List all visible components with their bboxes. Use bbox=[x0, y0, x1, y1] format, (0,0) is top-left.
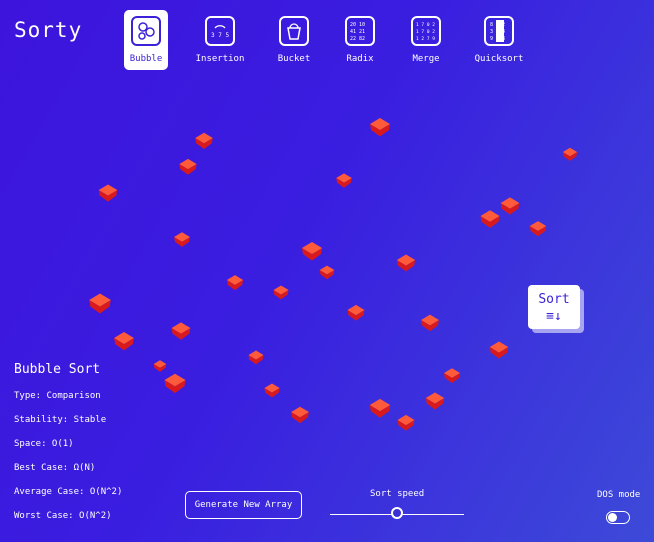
array-element-cube bbox=[480, 210, 500, 228]
algo-label: Merge bbox=[412, 54, 440, 64]
algo-label: Bubble bbox=[129, 54, 163, 64]
algorithm-selector: Bubble 3 7 5 Insertion Bucket 20 10 41 2… bbox=[124, 10, 544, 70]
array-element-cube bbox=[248, 350, 264, 365]
array-element-cube bbox=[195, 132, 213, 149]
algo-merge-button[interactable]: 1 7 0 2 1 7 0 2 1 2 7 9 Merge bbox=[396, 10, 456, 64]
array-element-cube bbox=[301, 241, 323, 261]
quicksort-icon-text: 8 1 2 bbox=[490, 22, 505, 28]
bubbles-icon bbox=[131, 16, 161, 46]
algo-bubble-button[interactable]: Bubble bbox=[124, 10, 168, 70]
insertion-icon: 3 7 5 bbox=[205, 16, 235, 46]
merge-icon-text: 1 2 7 9 bbox=[416, 36, 435, 42]
algo-label: Bucket bbox=[277, 54, 311, 64]
sort-descending-icon: ≡↓ bbox=[546, 309, 562, 324]
array-element-cube bbox=[369, 398, 391, 418]
array-element-cube bbox=[397, 414, 415, 431]
slider-thumb[interactable] bbox=[391, 507, 403, 519]
radix-icon: 20 10 41 21 22 82 bbox=[345, 16, 375, 46]
insertion-icon-text: 3 7 5 bbox=[211, 32, 229, 39]
array-element-cube bbox=[319, 265, 335, 280]
algo-label: Radix bbox=[346, 54, 374, 64]
radix-icon-text: 22 82 bbox=[350, 36, 365, 42]
radix-icon-text: 20 10 bbox=[350, 22, 365, 28]
generate-array-button[interactable]: Generate New Array bbox=[185, 491, 302, 519]
array-element-cube bbox=[489, 341, 509, 359]
array-element-cube bbox=[174, 232, 190, 247]
quicksort-icon-text: 3 6 4 bbox=[490, 29, 505, 35]
merge-icon-text: 1 7 0 2 bbox=[416, 29, 435, 35]
array-element-cube bbox=[264, 383, 280, 398]
array-element-cube bbox=[153, 360, 167, 372]
sort-speed-label: Sort speed bbox=[370, 489, 425, 499]
array-element-cube bbox=[347, 304, 365, 321]
algorithm-stability: Stability: Stable bbox=[14, 415, 107, 425]
array-element-cube bbox=[336, 173, 352, 188]
toggle-knob bbox=[608, 513, 617, 522]
algorithm-info-panel: Bubble Sort Type: Comparison Stability: … bbox=[14, 362, 122, 535]
array-element-cube bbox=[171, 322, 191, 340]
array-element-cube bbox=[370, 118, 390, 137]
algorithm-best-case: Best Case: Ω(N) bbox=[14, 463, 96, 473]
merge-icon-text: 1 7 0 2 bbox=[416, 22, 435, 28]
algorithm-type: Type: Comparison bbox=[14, 391, 101, 401]
sort-button[interactable]: Sort ≡↓ bbox=[528, 285, 580, 329]
sort-button-label: Sort bbox=[538, 292, 570, 307]
algorithm-average-case: Average Case: O(N^2) bbox=[14, 487, 123, 497]
app-logo: Sorty bbox=[14, 18, 83, 42]
algo-radix-button[interactable]: 20 10 41 21 22 82 Radix bbox=[330, 10, 390, 64]
algo-label: Quicksort bbox=[474, 54, 524, 64]
array-element-cube bbox=[425, 392, 445, 410]
quicksort-icon-text: 9 7 8 bbox=[490, 36, 505, 42]
dos-mode-label: DOS mode bbox=[597, 490, 641, 500]
bucket-icon bbox=[279, 16, 309, 46]
array-element-cube bbox=[396, 254, 416, 272]
array-element-cube bbox=[179, 158, 197, 175]
array-element-cube bbox=[98, 184, 118, 202]
array-element-cube bbox=[164, 373, 186, 394]
algo-bucket-button[interactable]: Bucket bbox=[264, 10, 324, 64]
radix-icon-text: 41 21 bbox=[350, 29, 365, 35]
algo-quicksort-button[interactable]: 8 1 2 3 6 4 9 7 8 Quicksort bbox=[469, 10, 529, 64]
array-element-cube bbox=[421, 314, 439, 332]
merge-icon: 1 7 0 2 1 7 0 2 1 2 7 9 bbox=[411, 16, 441, 46]
array-element-cube bbox=[444, 368, 460, 383]
array-element-cube bbox=[500, 197, 520, 215]
array-element-cube bbox=[529, 221, 547, 237]
array-element-cube bbox=[89, 293, 111, 314]
algorithm-space: Space: O(1) bbox=[14, 439, 74, 449]
quicksort-icon: 8 1 2 3 6 4 9 7 8 bbox=[484, 16, 514, 46]
algo-insertion-button[interactable]: 3 7 5 Insertion bbox=[190, 10, 250, 64]
array-element-cube bbox=[291, 406, 309, 424]
algorithm-worst-case: Worst Case: O(N^2) bbox=[14, 511, 112, 521]
algorithm-title: Bubble Sort bbox=[14, 362, 101, 377]
algo-label: Insertion bbox=[195, 54, 245, 64]
sort-speed-slider[interactable] bbox=[330, 507, 464, 521]
dos-mode-toggle[interactable] bbox=[606, 511, 630, 524]
array-element-cube bbox=[273, 285, 289, 300]
array-element-cube bbox=[226, 275, 244, 291]
array-element-cube bbox=[114, 332, 134, 351]
array-element-cube bbox=[562, 147, 578, 161]
